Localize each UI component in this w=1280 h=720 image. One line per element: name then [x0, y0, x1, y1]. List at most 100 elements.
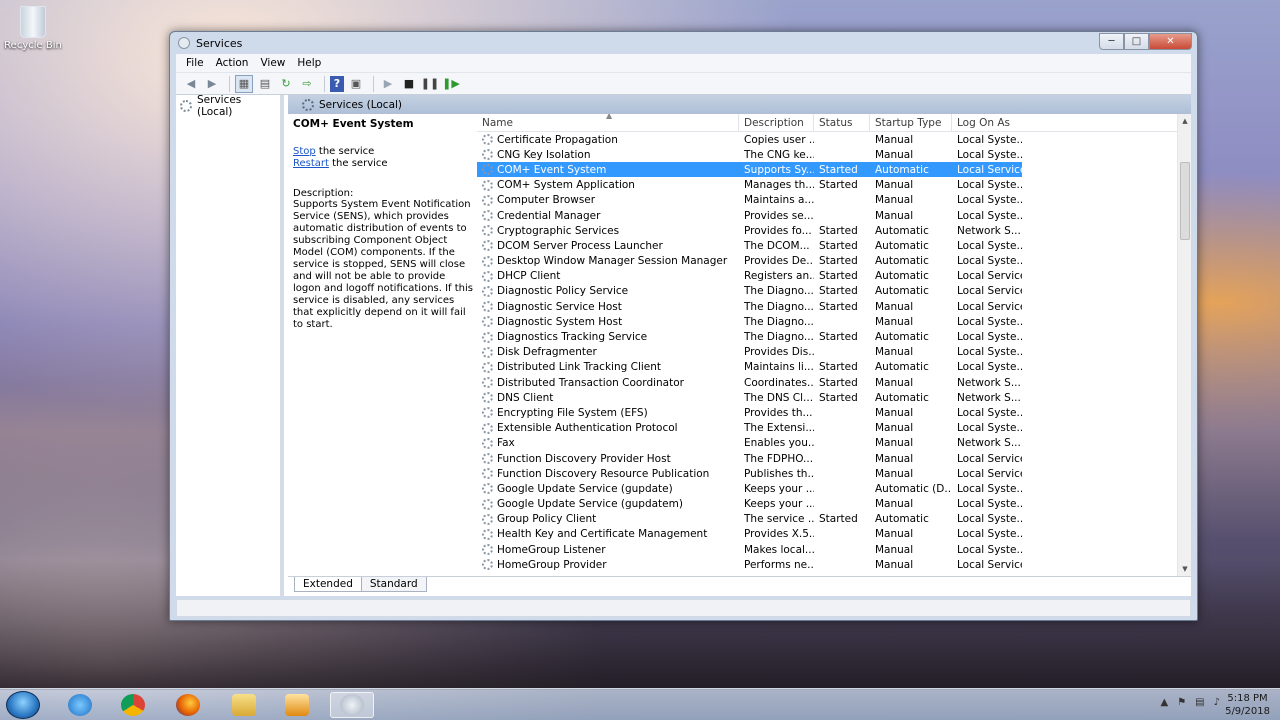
back-arrow-icon[interactable]: ◀: [182, 75, 200, 93]
table-row[interactable]: Credential Manager Provides se... Manual Lo…: [477, 208, 1177, 223]
export-list-icon[interactable]: ⇨: [298, 75, 316, 93]
restart-service-icon[interactable]: ❚▶: [442, 75, 460, 93]
cell-name-text: Diagnostic Service Host: [497, 300, 622, 313]
cell-log-on-as-text: Local Syste...: [957, 528, 1022, 541]
cell-name: Google Update Service (gupdatem): [477, 498, 739, 510]
table-row[interactable]: Diagnostics Tracking Service The Diagno..…: [477, 329, 1177, 344]
taskbar-internet-explorer[interactable]: [58, 692, 102, 718]
volume-icon[interactable]: ♪: [1214, 697, 1220, 708]
vertical-scrollbar[interactable]: ▲ ▼: [1177, 114, 1191, 576]
menu-action[interactable]: Action: [210, 57, 255, 69]
table-row[interactable]: Distributed Link Tracking Client Maintain…: [477, 360, 1177, 375]
table-row[interactable]: DNS Client The DNS Cl... Started Automatic N…: [477, 390, 1177, 405]
action-center-icon[interactable]: ⚑: [1177, 697, 1186, 708]
pause-service-icon[interactable]: ❚❚: [421, 75, 439, 93]
service-gear-icon: [482, 149, 493, 161]
menu-view[interactable]: View: [254, 57, 291, 69]
clock[interactable]: 5:18 PM 5/9/2018: [1225, 692, 1270, 718]
table-row[interactable]: Computer Browser Maintains a... Manual Loca…: [477, 193, 1177, 208]
start-button[interactable]: [6, 691, 40, 719]
recycle-bin-desktop-icon[interactable]: Recycle Bin: [4, 6, 62, 51]
minimize-button[interactable]: ─: [1099, 33, 1124, 50]
table-row[interactable]: CNG Key Isolation The CNG ke... Manual Loca…: [477, 147, 1177, 162]
title-bar[interactable]: Services: [170, 32, 1197, 54]
tree-item-services-local[interactable]: Services (Local): [176, 94, 280, 118]
column-header-log-on-as[interactable]: Log On As: [952, 114, 1022, 132]
table-row[interactable]: Encrypting File System (EFS) Provides th.…: [477, 405, 1177, 420]
stop-service-icon[interactable]: ■: [400, 75, 418, 93]
table-row[interactable]: Cryptographic Services Provides fo... Star…: [477, 223, 1177, 238]
column-header-description[interactable]: Description: [739, 114, 814, 132]
properties-icon[interactable]: ▤: [256, 75, 274, 93]
show-action-pane-icon[interactable]: ▣: [347, 75, 365, 93]
table-row[interactable]: Desktop Window Manager Session Manager Pr…: [477, 254, 1177, 269]
cell-log-on-as-text: Local Syste...: [957, 406, 1022, 419]
column-header-status[interactable]: Status: [814, 114, 870, 132]
network-icon[interactable]: ▤: [1195, 697, 1204, 708]
tab-standard[interactable]: Standard: [360, 577, 427, 592]
taskbar-chrome[interactable]: [111, 692, 155, 718]
cell-name-text: Extensible Authentication Protocol: [497, 422, 678, 435]
table-row[interactable]: DHCP Client Registers an... Started Automat…: [477, 269, 1177, 284]
table-row[interactable]: Group Policy Client The service ... Starte…: [477, 512, 1177, 527]
cell-startup-type: Automatic: [870, 392, 952, 404]
taskbar-media-player[interactable]: [275, 692, 319, 718]
show-hide-console-tree-icon[interactable]: ▦: [235, 74, 253, 93]
menu-file[interactable]: File: [180, 57, 210, 69]
table-row[interactable]: Diagnostic Policy Service The Diagno... St…: [477, 284, 1177, 299]
table-row[interactable]: COM+ Event System Supports Sy... Started Au…: [477, 162, 1177, 178]
table-row[interactable]: Disk Defragmenter Provides Dis... Manual Lo…: [477, 345, 1177, 360]
cell-name: Diagnostic System Host: [477, 316, 739, 328]
cell-startup-type-text: Automatic: [875, 331, 929, 344]
forward-arrow-icon[interactable]: ▶: [203, 75, 221, 93]
cell-status: Started: [814, 179, 870, 191]
restart-service-link[interactable]: Restart: [293, 158, 329, 169]
refresh-icon[interactable]: ↻: [277, 75, 295, 93]
table-row[interactable]: Distributed Transaction Coordinator Coord…: [477, 375, 1177, 390]
table-row[interactable]: Health Key and Certificate Management Pro…: [477, 527, 1177, 542]
table-row[interactable]: Diagnostic System Host The Diagno... Manua…: [477, 314, 1177, 329]
scroll-up-icon[interactable]: ▲: [1178, 114, 1191, 128]
cell-log-on-as: Network S...: [952, 225, 1022, 237]
close-button[interactable]: ✕: [1149, 33, 1192, 50]
column-header-startup-type[interactable]: Startup Type: [870, 114, 952, 132]
column-header-name[interactable]: Name ▲: [477, 114, 739, 132]
cell-description-text: The CNG ke...: [744, 148, 814, 161]
menu-help[interactable]: Help: [291, 57, 327, 69]
show-hidden-icons-icon[interactable]: ▲: [1160, 697, 1168, 708]
row-cells: Google Update Service (gupdate) Keeps you…: [477, 481, 1022, 496]
table-row[interactable]: Certificate Propagation Copies user ... Ma…: [477, 132, 1177, 147]
table-row[interactable]: Function Discovery Provider Host The FDPH…: [477, 451, 1177, 466]
table-row[interactable]: Extensible Authentication Protocol The Ex…: [477, 421, 1177, 436]
cell-name-text: Diagnostic Policy Service: [497, 285, 629, 298]
stop-service-link[interactable]: Stop: [293, 146, 316, 157]
taskbar-firefox[interactable]: [166, 692, 210, 718]
table-row[interactable]: COM+ System Application Manages th... Star…: [477, 178, 1177, 193]
cell-log-on-as-text: Local Service: [957, 467, 1022, 480]
cell-description-text: The Diagno...: [744, 300, 814, 313]
maximize-button[interactable]: □: [1124, 33, 1149, 50]
table-row[interactable]: Diagnostic Service Host The Diagno... Star…: [477, 299, 1177, 314]
taskbar-services[interactable]: [330, 692, 374, 718]
table-row[interactable]: Google Update Service (gupdate) Keeps you…: [477, 481, 1177, 496]
help-icon[interactable]: ?: [330, 75, 344, 92]
chrome-icon: [121, 694, 145, 716]
table-row[interactable]: Fax Enables you... Manual Network S...: [477, 436, 1177, 451]
service-gear-icon: [482, 377, 493, 389]
taskbar-explorer[interactable]: [222, 692, 266, 718]
cell-status-text: Started: [819, 285, 858, 298]
scroll-down-icon[interactable]: ▼: [1178, 562, 1191, 576]
tab-extended[interactable]: Extended: [294, 577, 362, 592]
table-row[interactable]: Function Discovery Resource Publication P…: [477, 466, 1177, 481]
details-pane: Services (Local) COM+ Event System Stop …: [288, 95, 1191, 596]
table-row[interactable]: HomeGroup Provider Performs ne... Manual Lo…: [477, 557, 1177, 572]
scrollbar-thumb[interactable]: [1180, 162, 1190, 240]
cell-description: Provides Dis...: [739, 346, 814, 358]
table-row[interactable]: HomeGroup Listener Makes local... Manual Lo…: [477, 542, 1177, 557]
table-row[interactable]: DCOM Server Process Launcher The DCOM... S…: [477, 238, 1177, 253]
table-row[interactable]: Google Update Service (gupdatem) Keeps yo…: [477, 497, 1177, 512]
tree-item-label: Services (Local): [197, 94, 242, 118]
cell-startup-type: Manual: [870, 407, 952, 419]
start-service-icon[interactable]: ▶: [379, 75, 397, 93]
cell-description: Supports Sy...: [739, 164, 814, 176]
